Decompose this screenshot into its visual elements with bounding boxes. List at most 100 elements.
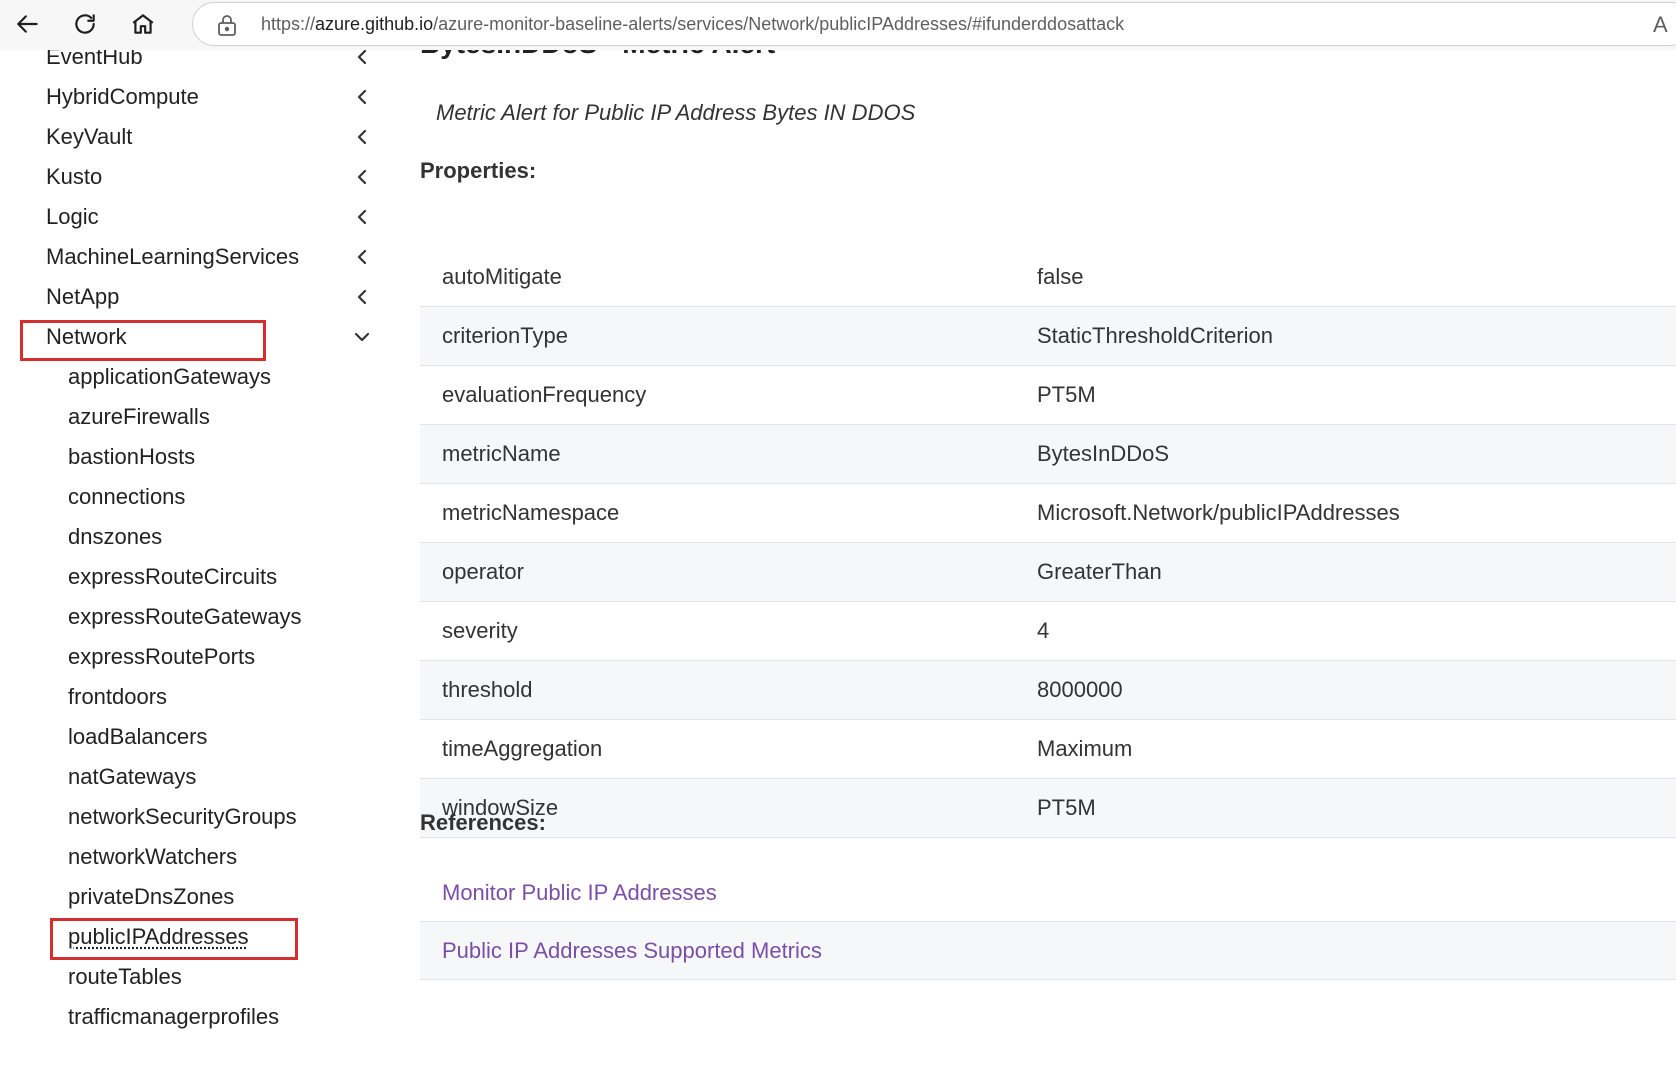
chevron-left-icon[interactable] — [354, 209, 370, 225]
property-value: Microsoft.Network/publicIPAddresses — [1037, 500, 1676, 526]
sidebar-item-label: expressRouteCircuits — [68, 564, 277, 590]
reference-link-supported-metrics[interactable]: Public IP Addresses Supported Metrics — [420, 922, 1676, 980]
property-key: metricNamespace — [420, 500, 1037, 526]
chevron-left-icon[interactable] — [354, 249, 370, 265]
property-value: 8000000 — [1037, 677, 1676, 703]
table-row: threshold 8000000 — [420, 661, 1676, 720]
property-key: evaluationFrequency — [420, 382, 1037, 408]
chevron-left-icon[interactable] — [354, 89, 370, 105]
table-row: metricName BytesInDDoS — [420, 425, 1676, 484]
references-heading: References: — [420, 810, 546, 836]
sidebar-item-label: Logic — [46, 204, 99, 230]
sidebar-item-label: networkSecurityGroups — [68, 804, 297, 830]
table-row: timeAggregation Maximum — [420, 720, 1676, 779]
sidebar-subitem-loadbalancers[interactable]: loadBalancers — [68, 717, 368, 757]
property-value: false — [1037, 264, 1676, 290]
sidebar-item-label: expressRoutePorts — [68, 644, 255, 670]
property-value: GreaterThan — [1037, 559, 1676, 585]
property-key: autoMitigate — [420, 264, 1037, 290]
sidebar-item-label: trafficmanagerprofiles — [68, 1004, 279, 1030]
reader-mode-icon[interactable]: A — [1653, 12, 1668, 38]
references-table: Monitor Public IP Addresses Public IP Ad… — [420, 864, 1676, 980]
lock-icon — [217, 14, 237, 36]
address-bar[interactable]: https://azure.github.io/azure-monitor-ba… — [192, 2, 1676, 46]
sidebar-subitem-azurefirewalls[interactable]: azureFirewalls — [68, 397, 368, 437]
chevron-left-icon[interactable] — [354, 289, 370, 305]
chevron-left-icon[interactable] — [354, 169, 370, 185]
chevron-left-icon[interactable] — [354, 129, 370, 145]
url-scheme: https:// — [261, 14, 315, 34]
reference-link-monitor-public-ip[interactable]: Monitor Public IP Addresses — [420, 864, 1676, 922]
sidebar-item-label: connections — [68, 484, 185, 510]
sidebar-subitem-natgateways[interactable]: natGateways — [68, 757, 368, 797]
sidebar-item-label: frontdoors — [68, 684, 167, 710]
sidebar-subitem-applicationgateways[interactable]: applicationGateways — [68, 357, 368, 397]
sidebar-item-label: applicationGateways — [68, 364, 271, 390]
sidebar-subitem-connections[interactable]: connections — [68, 477, 368, 517]
sidebar-item-label: KeyVault — [46, 124, 132, 150]
chevron-left-icon[interactable] — [354, 50, 370, 65]
property-value: PT5M — [1037, 382, 1676, 408]
sidebar-item-machinelearningservices[interactable]: MachineLearningServices — [46, 237, 376, 277]
table-row: criterionType StaticThresholdCriterion — [420, 307, 1676, 366]
sidebar-subitem-trafficmanagerprofiles[interactable]: trafficmanagerprofiles — [68, 997, 368, 1037]
sidebar-item-label: Kusto — [46, 164, 102, 190]
sidebar-item-label: NetApp — [46, 284, 119, 310]
sidebar-item-network[interactable]: Network — [46, 317, 376, 357]
sidebar-item-keyvault[interactable]: KeyVault — [46, 117, 376, 157]
sidebar-item-label: expressRouteGateways — [68, 604, 302, 630]
sidebar-subitem-routetables[interactable]: routeTables — [68, 957, 368, 997]
property-key: metricName — [420, 441, 1037, 467]
property-key: threshold — [420, 677, 1037, 703]
sidebar-item-label: networkWatchers — [68, 844, 237, 870]
arrow-left-icon — [15, 11, 41, 37]
properties-heading: Properties: — [420, 158, 536, 184]
sidebar-item-label: routeTables — [68, 964, 182, 990]
table-row: evaluationFrequency PT5M — [420, 366, 1676, 425]
main-content: BytesInDDoS - Metric Alert Metric Alert … — [420, 50, 1676, 1080]
table-row: severity 4 — [420, 602, 1676, 661]
refresh-button[interactable] — [67, 6, 103, 42]
property-value: 4 — [1037, 618, 1676, 644]
sidebar-item-logic[interactable]: Logic — [46, 197, 376, 237]
property-key: severity — [420, 618, 1037, 644]
sidebar-nav: EventHub HybridCompute KeyVault Kusto Lo… — [0, 50, 390, 1080]
sidebar-item-label: MachineLearningServices — [46, 244, 299, 270]
properties-table: autoMitigate false criterionType StaticThr… — [420, 248, 1676, 838]
sidebar-subitem-bastionhosts[interactable]: bastionHosts — [68, 437, 368, 477]
sidebar-subitem-expressroutecircuits[interactable]: expressRouteCircuits — [68, 557, 368, 597]
chevron-down-icon[interactable] — [354, 329, 370, 345]
property-key: criterionType — [420, 323, 1037, 349]
property-key: operator — [420, 559, 1037, 585]
sidebar-item-label: natGateways — [68, 764, 196, 790]
sidebar-item-label: loadBalancers — [68, 724, 207, 750]
sidebar-subitem-publicipaddresses[interactable]: publicIPAddresses — [68, 917, 368, 957]
sidebar-subitem-frontdoors[interactable]: frontdoors — [68, 677, 368, 717]
sidebar-subitem-networkwatchers[interactable]: networkWatchers — [68, 837, 368, 877]
sidebar-item-kusto[interactable]: Kusto — [46, 157, 376, 197]
sidebar-item-label: bastionHosts — [68, 444, 195, 470]
property-value: Maximum — [1037, 736, 1676, 762]
url-text: https://azure.github.io/azure-monitor-ba… — [261, 14, 1124, 35]
url-host: azure.github.io — [315, 14, 433, 34]
sidebar-item-netapp[interactable]: NetApp — [46, 277, 376, 317]
sidebar-item-eventhub[interactable]: EventHub — [46, 50, 376, 77]
sidebar-subitem-privatednszones[interactable]: privateDnsZones — [68, 877, 368, 917]
sidebar-subitem-expressroutegateways[interactable]: expressRouteGateways — [68, 597, 368, 637]
sidebar-subitem-networksecuritygroups[interactable]: networkSecurityGroups — [68, 797, 368, 837]
browser-toolbar: https://azure.github.io/azure-monitor-ba… — [0, 0, 1676, 50]
property-value: StaticThresholdCriterion — [1037, 323, 1676, 349]
sidebar-item-label: dnszones — [68, 524, 162, 550]
sidebar-item-label: EventHub — [46, 50, 143, 70]
sidebar-item-label: Network — [46, 324, 127, 350]
sidebar-item-hybridcompute[interactable]: HybridCompute — [46, 77, 376, 117]
sidebar-subitem-expressrouteports[interactable]: expressRoutePorts — [68, 637, 368, 677]
sidebar-item-label: HybridCompute — [46, 84, 199, 110]
property-value: PT5M — [1037, 795, 1676, 821]
home-button[interactable] — [125, 6, 161, 42]
back-button[interactable] — [10, 6, 46, 42]
property-value: BytesInDDoS — [1037, 441, 1676, 467]
sidebar-item-label: azureFirewalls — [68, 404, 210, 430]
table-row: metricNamespace Microsoft.Network/publicI… — [420, 484, 1676, 543]
sidebar-subitem-dnszones[interactable]: dnszones — [68, 517, 368, 557]
